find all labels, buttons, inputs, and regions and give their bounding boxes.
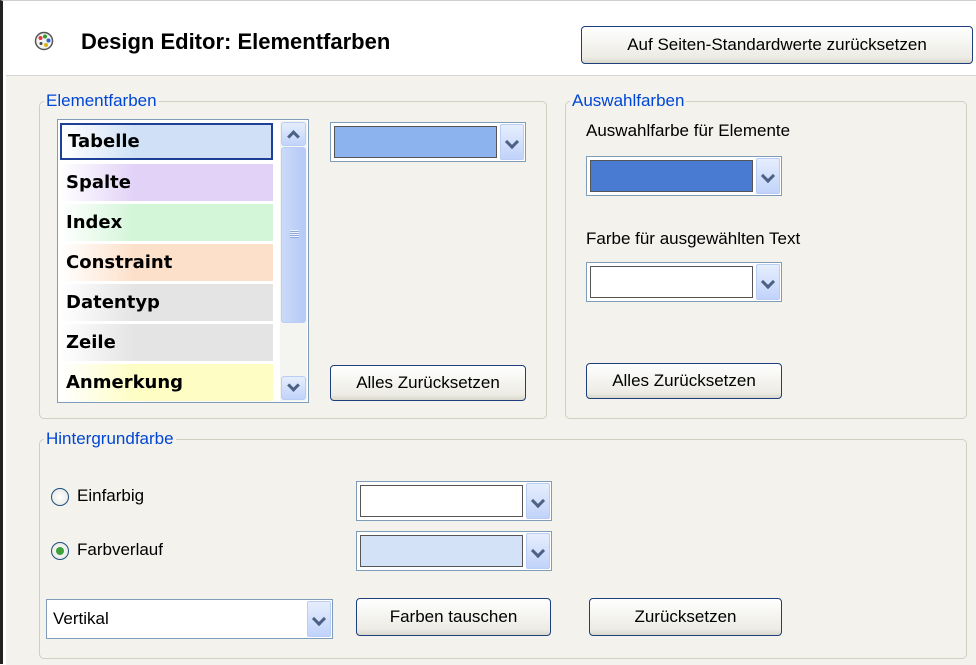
selection-colors-legend: Auswahlfarben xyxy=(572,91,685,110)
gradient-direction-select[interactable]: Vertikal xyxy=(46,599,333,639)
selection-element-color-label: Auswahlfarbe für Elemente xyxy=(586,121,791,140)
chevron-down-icon[interactable] xyxy=(756,158,780,194)
chevron-down-icon[interactable] xyxy=(281,376,306,400)
page-title: Design Editor: Elementfarben xyxy=(81,29,391,54)
swap-colors-button[interactable]: Farben tauschen xyxy=(356,598,551,636)
list-item[interactable]: Datentyp xyxy=(60,284,273,321)
list-scrollbar[interactable] xyxy=(280,121,307,401)
chevron-up-icon[interactable] xyxy=(281,122,306,146)
scrollbar-thumb[interactable] xyxy=(281,147,306,323)
selection-element-color-picker[interactable] xyxy=(586,156,782,196)
chevron-down-icon[interactable] xyxy=(307,601,331,637)
list-item-label: Tabelle xyxy=(68,131,140,152)
solid-color-label[interactable]: Einfarbig xyxy=(77,486,144,506)
selected-text-color-label: Farbe für ausgewählten Text xyxy=(586,229,801,248)
list-item-label: Spalte xyxy=(66,172,131,193)
reset-page-defaults-button[interactable]: Auf Seiten-Standardwerte zurücksetzen xyxy=(581,26,973,64)
selection-reset-all-button[interactable]: Alles Zurücksetzen xyxy=(586,363,782,399)
gradient-direction-value: Vertikal xyxy=(53,609,109,628)
element-color-swatch xyxy=(334,126,497,158)
chevron-down-icon[interactable] xyxy=(526,533,550,569)
element-reset-all-button[interactable]: Alles Zurücksetzen xyxy=(330,365,526,401)
gradient-radio[interactable] xyxy=(51,542,69,560)
gradient-color-swatch xyxy=(360,535,523,567)
selection-element-color-swatch xyxy=(590,160,753,192)
background-color-legend: Hintergrundfarbe xyxy=(46,429,174,448)
solid-color-swatch xyxy=(360,485,523,517)
chevron-down-icon[interactable] xyxy=(500,124,524,160)
solid-color-picker[interactable] xyxy=(356,481,552,521)
grip-icon xyxy=(290,230,299,238)
solid-color-radio[interactable] xyxy=(51,488,69,506)
element-colors-legend: Elementfarben xyxy=(46,91,157,110)
list-item-label: Anmerkung xyxy=(66,372,184,393)
list-item-label: Index xyxy=(66,212,123,233)
list-item[interactable]: Constraint xyxy=(60,244,273,281)
list-item[interactable]: Index xyxy=(60,204,273,241)
element-type-list[interactable]: Tabelle Spalte Index Constraint Datentyp… xyxy=(57,119,309,403)
selected-text-color-swatch xyxy=(590,266,753,298)
list-item[interactable]: Zeile xyxy=(60,324,273,361)
list-item-label: Constraint xyxy=(66,252,173,273)
chevron-down-icon[interactable] xyxy=(756,264,780,300)
palette-icon xyxy=(34,31,54,51)
list-item-label: Zeile xyxy=(66,332,116,353)
selected-text-color-picker[interactable] xyxy=(586,262,782,302)
element-color-picker[interactable] xyxy=(330,122,526,162)
header: Design Editor: Elementfarben Auf Seiten-… xyxy=(6,1,976,76)
list-item-label: Datentyp xyxy=(66,292,160,313)
chevron-down-icon[interactable] xyxy=(526,483,550,519)
design-editor-panel: Design Editor: Elementfarben Auf Seiten-… xyxy=(0,0,976,665)
list-item[interactable]: Anmerkung xyxy=(60,364,273,401)
list-item[interactable]: Tabelle xyxy=(60,123,273,160)
gradient-label[interactable]: Farbverlauf xyxy=(77,540,163,560)
list-item[interactable]: Spalte xyxy=(60,164,273,201)
gradient-color-picker[interactable] xyxy=(356,531,552,571)
background-reset-button[interactable]: Zurücksetzen xyxy=(589,598,782,636)
